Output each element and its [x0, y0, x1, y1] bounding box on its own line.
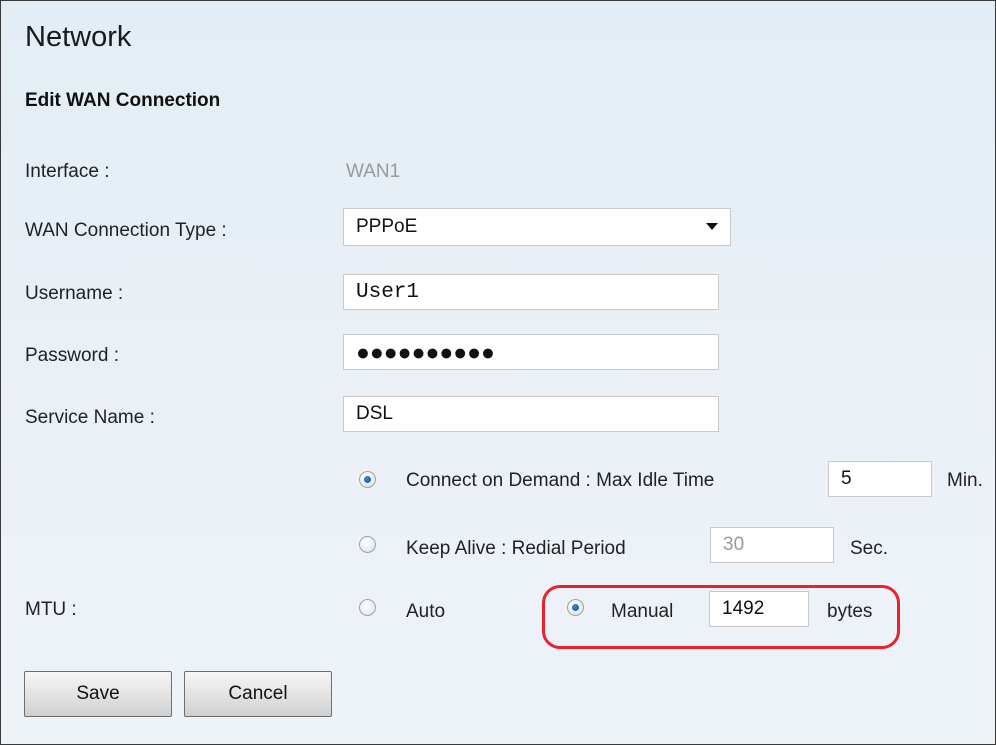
service-name-label: Service Name :: [25, 407, 155, 428]
username-value: User1: [356, 280, 420, 304]
username-label: Username :: [25, 283, 124, 304]
mtu-unit: bytes: [827, 601, 873, 622]
interface-label: Interface :: [25, 161, 110, 182]
service-name-input[interactable]: DSL: [343, 396, 719, 432]
keep-alive-label: Keep Alive : Redial Period: [406, 538, 626, 559]
cancel-button[interactable]: Cancel: [184, 671, 332, 717]
password-input[interactable]: ●●●●●●●●●●: [343, 334, 719, 370]
max-idle-time-unit: Min.: [947, 470, 983, 491]
mtu-value: 1492: [722, 598, 765, 619]
mtu-manual-label: Manual: [611, 601, 674, 622]
save-button[interactable]: Save: [24, 671, 172, 717]
connection-type-value: PPPoE: [356, 216, 418, 237]
max-idle-time-value: 5: [841, 468, 852, 489]
password-value: ●●●●●●●●●●: [356, 338, 495, 365]
connect-on-demand-radio[interactable]: [359, 471, 376, 488]
section-title: Edit WAN Connection: [25, 90, 221, 111]
keep-alive-radio[interactable]: [359, 536, 376, 553]
mtu-label: MTU :: [25, 599, 77, 620]
interface-value: WAN1: [346, 161, 401, 182]
mtu-manual-radio[interactable]: [567, 599, 584, 616]
username-input[interactable]: User1: [343, 274, 719, 310]
connection-type-select[interactable]: PPPoE: [343, 208, 731, 246]
mtu-value-input[interactable]: 1492: [709, 591, 809, 627]
mtu-auto-label: Auto: [406, 601, 446, 622]
redial-period-value: 30: [723, 534, 745, 555]
edit-wan-connection-panel: Network Edit WAN Connection Interface : …: [0, 0, 996, 745]
redial-period-input[interactable]: 30: [710, 527, 834, 563]
max-idle-time-input[interactable]: 5: [828, 461, 932, 497]
password-label: Password :: [25, 345, 119, 366]
mtu-auto-radio[interactable]: [359, 599, 376, 616]
connection-type-label: WAN Connection Type :: [25, 220, 227, 241]
connect-on-demand-label: Connect on Demand : Max Idle Time: [406, 470, 715, 491]
chevron-down-icon: [706, 223, 718, 230]
service-name-value: DSL: [356, 403, 393, 424]
page-title: Network: [25, 21, 132, 53]
redial-period-unit: Sec.: [850, 538, 889, 559]
